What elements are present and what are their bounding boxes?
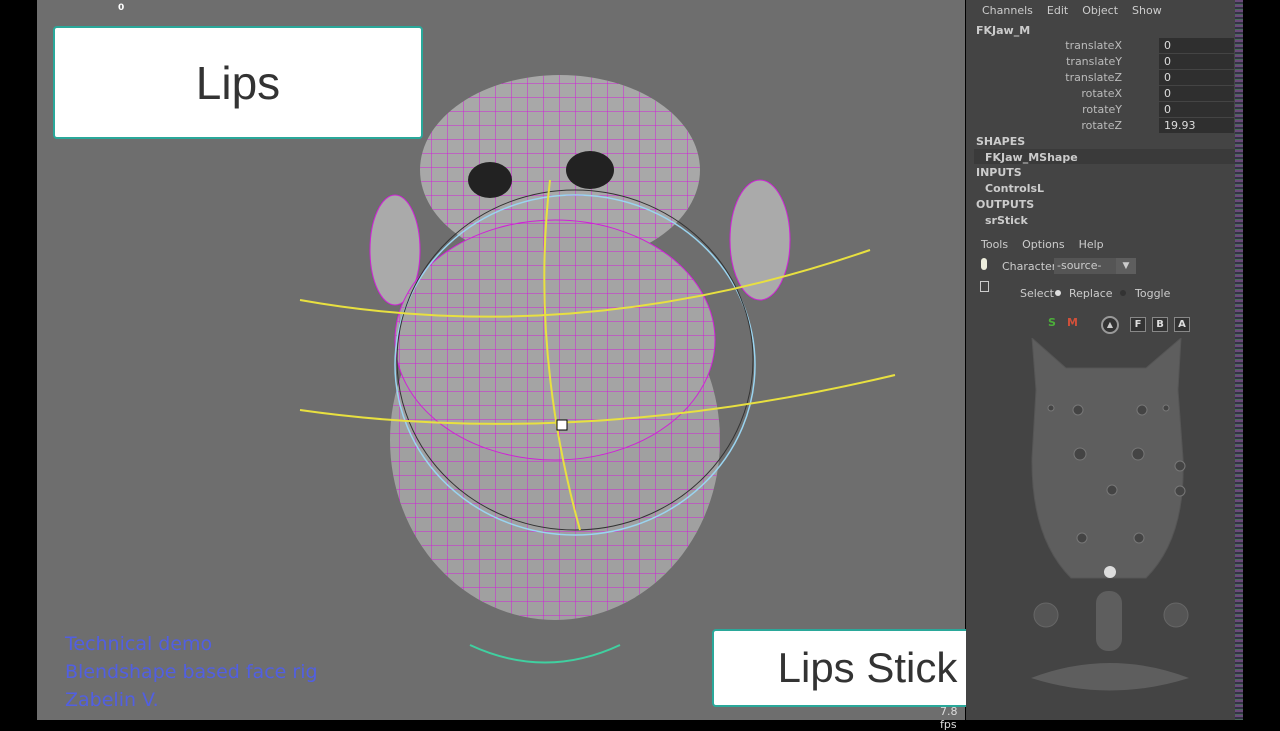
attr-value-field[interactable]: 0 (1159, 54, 1234, 69)
character-dropdown[interactable]: -source- ▼ (1054, 258, 1136, 274)
frame-number: 0 (118, 3, 125, 13)
symmetry-s-button[interactable]: S (1048, 316, 1056, 329)
attr-row[interactable]: rotateY 0 (966, 102, 1234, 118)
menu-tools[interactable]: Tools (981, 238, 1008, 251)
shape-node[interactable]: FKJaw_MShape (985, 151, 1078, 164)
attr-label: rotateX (1081, 87, 1122, 100)
b-button[interactable]: B (1152, 317, 1168, 332)
lips-title-card: Lips (53, 26, 423, 139)
attr-value-field[interactable]: 0 (1159, 70, 1234, 85)
trash-icon[interactable] (980, 281, 989, 292)
picker-menu: Tools Options Help (981, 238, 1118, 251)
attr-label: translateX (1065, 39, 1122, 52)
menu-show[interactable]: Show (1132, 4, 1162, 17)
fps-readout: 7.8 fps (940, 705, 958, 731)
attr-value-field[interactable]: 0 (1159, 102, 1234, 117)
object-name[interactable]: FKJaw_M (976, 24, 1030, 37)
credit-line: Zabelin V. (65, 689, 159, 711)
chevron-down-icon: ▼ (1116, 258, 1136, 274)
toggle-radio[interactable] (1120, 290, 1126, 296)
attr-row[interactable]: rotateZ 19.93 (966, 118, 1234, 134)
channel-box-panel: Channels Edit Object Show FKJaw_M transl… (966, 0, 1240, 720)
character-value: -source- (1057, 259, 1102, 272)
mirror-m-button[interactable]: M (1067, 316, 1078, 329)
attr-row[interactable]: rotateX 0 (966, 86, 1234, 102)
credit-line: Blendshape based face rig (65, 661, 318, 683)
outputs-header: OUTPUTS (976, 198, 1035, 211)
attr-label: translateZ (1065, 71, 1122, 84)
attr-label: translateY (1066, 55, 1122, 68)
shapes-header: SHAPES (976, 135, 1026, 148)
toggle-label: Toggle (1135, 287, 1171, 300)
inputs-header: INPUTS (976, 166, 1022, 179)
character-label: Character (1002, 260, 1057, 273)
credits-text: Technical demo Blendshape based face rig… (65, 630, 318, 714)
a-button[interactable]: A (1174, 317, 1190, 332)
attr-row[interactable]: translateY 0 (966, 54, 1234, 70)
attr-row[interactable]: translateX 0 (966, 38, 1234, 54)
menu-options[interactable]: Options (1022, 238, 1064, 251)
panel-edge (1235, 0, 1243, 720)
menu-edit[interactable]: Edit (1047, 4, 1068, 17)
input-node[interactable]: ControlsL (985, 182, 1044, 195)
face-picker[interactable] (1026, 338, 1196, 703)
attr-value-field[interactable]: 0 (1159, 38, 1234, 53)
select-label: Select (1020, 287, 1054, 300)
replace-radio[interactable] (1055, 290, 1061, 296)
replace-label: Replace (1069, 287, 1113, 300)
attr-value-field[interactable]: 19.93 (1159, 118, 1234, 133)
light-bulb-icon[interactable] (981, 258, 987, 270)
menu-help[interactable]: Help (1079, 238, 1104, 251)
menu-object[interactable]: Object (1082, 4, 1118, 17)
menu-channels[interactable]: Channels (982, 4, 1033, 17)
output-node[interactable]: srStick (985, 214, 1028, 227)
reset-icon[interactable]: ▲ (1101, 316, 1119, 334)
f-button[interactable]: F (1130, 317, 1146, 332)
attr-label: rotateY (1082, 103, 1122, 116)
attr-label: rotateZ (1081, 119, 1122, 132)
channel-box-menu: Channels Edit Object Show (982, 4, 1176, 17)
attr-value-field[interactable]: 0 (1159, 86, 1234, 101)
credit-line: Technical demo (65, 633, 213, 655)
attr-row[interactable]: translateZ 0 (966, 70, 1234, 86)
